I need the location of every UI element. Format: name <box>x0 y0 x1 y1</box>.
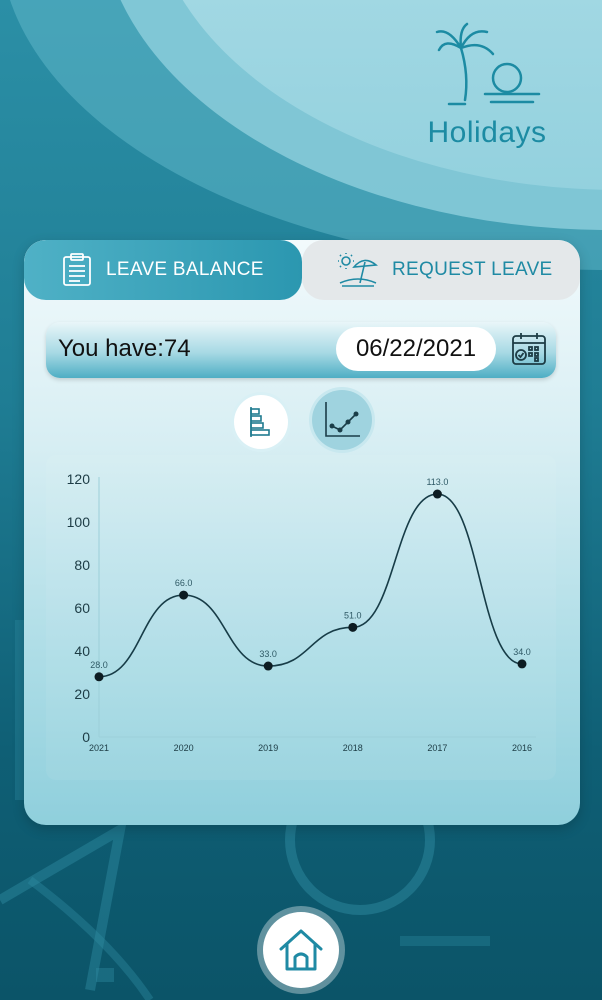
data-label: 33.0 <box>259 649 277 659</box>
balance-bar: You have:74 06/22/2021 <box>46 322 556 378</box>
tab-leave-balance[interactable]: LEAVE BALANCE <box>24 240 302 300</box>
x-tick-label: 2019 <box>258 743 278 753</box>
x-tick-label: 2020 <box>174 743 194 753</box>
data-point[interactable] <box>432 489 442 499</box>
leave-line-chart: 020406080100120 2021 2020 2019 2018 2017 2016… <box>67 471 536 753</box>
tab-request-leave[interactable]: REQUEST LEAVE <box>302 240 580 300</box>
x-tick-label: 2021 <box>89 743 109 753</box>
leave-card: LEAVE BALANCE REQUEST LEAVE You have:74 … <box>24 240 580 825</box>
data-label: 34.0 <box>513 647 531 657</box>
y-tick-label: 60 <box>74 600 90 616</box>
balance-value: 74 <box>163 335 191 362</box>
calendar-icon[interactable] <box>511 331 547 367</box>
series-line <box>98 493 523 678</box>
page-title: Holidays <box>427 116 547 149</box>
tab-request-leave-label: REQUEST LEAVE <box>392 259 553 280</box>
y-tick-label: 120 <box>67 471 91 487</box>
y-tick-label: 100 <box>67 514 91 530</box>
balance-label: You have: <box>58 335 164 362</box>
y-tick-label: 40 <box>74 643 90 659</box>
home-button[interactable] <box>263 912 339 988</box>
beach-umbrella-icon <box>338 253 378 287</box>
data-point[interactable] <box>94 672 104 682</box>
data-point[interactable] <box>348 622 358 632</box>
palm-beach-icon <box>435 22 541 106</box>
data-label: 51.0 <box>344 610 362 620</box>
data-point[interactable] <box>179 590 189 600</box>
data-label: 113.0 <box>426 477 448 487</box>
line-chart-toggle[interactable] <box>312 390 372 450</box>
x-tick-label: 2017 <box>427 743 447 753</box>
x-tick-label: 2018 <box>343 743 363 753</box>
bar-chart-icon <box>250 407 270 437</box>
x-tick-label: 2016 <box>512 743 532 753</box>
chart-panel: 0 20 40 60 80 100 120 2021 2020 2019 2018 2017 2016… <box>46 455 556 780</box>
date-field[interactable]: 06/22/2021 <box>336 327 496 371</box>
data-point[interactable] <box>517 659 527 669</box>
bar-chart-toggle[interactable] <box>234 395 288 449</box>
y-tick-label: 80 <box>74 557 90 573</box>
line-chart-icon <box>325 402 360 437</box>
y-tick-label: 20 <box>74 686 90 702</box>
home-icon <box>279 929 323 971</box>
data-label: 66.0 <box>175 578 193 588</box>
data-point[interactable] <box>263 661 273 671</box>
clipboard-icon <box>63 253 91 286</box>
leave-balance-text: You have:74 <box>58 335 191 363</box>
data-label: 28.0 <box>90 660 108 670</box>
tab-leave-balance-label: LEAVE BALANCE <box>106 259 264 280</box>
